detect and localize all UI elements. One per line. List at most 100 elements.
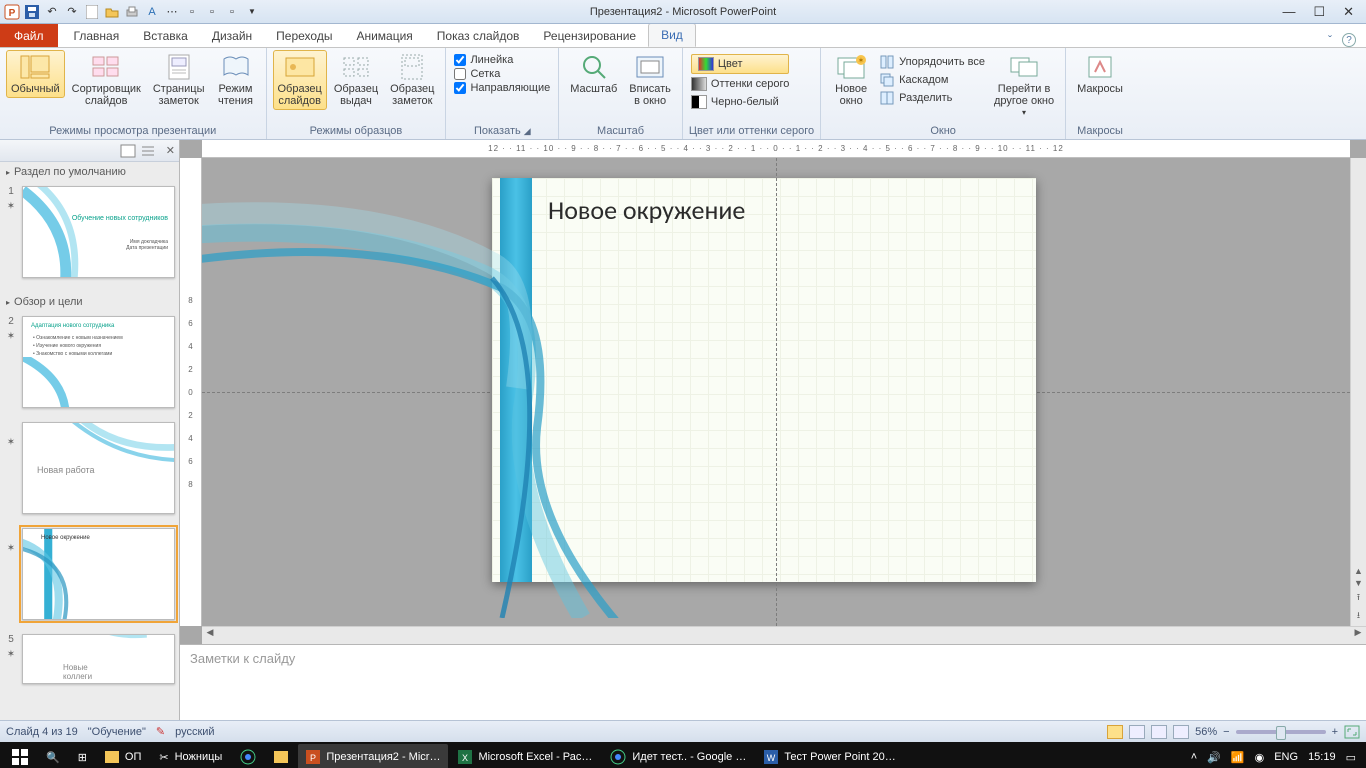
- slide-title[interactable]: Новое окружение: [548, 194, 745, 226]
- next-slide-icon[interactable]: ⭳: [1357, 608, 1360, 624]
- taskbar-item-op[interactable]: ОП: [97, 744, 149, 768]
- taskbar-taskview-icon[interactable]: ⊞: [70, 744, 95, 768]
- bw-button[interactable]: Черно-белый: [691, 94, 789, 110]
- taskbar-item-explorer[interactable]: [266, 744, 296, 768]
- zoom-button[interactable]: Масштаб: [565, 50, 622, 98]
- zoom-out-icon[interactable]: −: [1223, 726, 1229, 738]
- spellcheck-icon[interactable]: ✎: [156, 725, 165, 738]
- handout-master-button[interactable]: Образец выдач: [329, 50, 383, 110]
- taskbar-item-chrome1[interactable]: [232, 744, 264, 768]
- thumb-tab-outline-icon[interactable]: [140, 144, 156, 158]
- qat-btn3-icon[interactable]: ▫: [224, 4, 240, 20]
- close-icon[interactable]: ✕: [1343, 4, 1354, 20]
- taskbar-item-powerpoint[interactable]: PПрезентация2 - Micr…: [298, 744, 448, 768]
- status-zoom-value[interactable]: 56%: [1195, 726, 1217, 738]
- tab-insert[interactable]: Вставка: [131, 25, 200, 47]
- view-sorter-button[interactable]: Сортировщик слайдов: [67, 50, 146, 110]
- horizontal-ruler[interactable]: 12 · · 11 · · 10 · · 9 · · 8 · · 7 · · 6…: [202, 140, 1350, 158]
- scroll-right-icon[interactable]: ▶: [1350, 627, 1366, 644]
- undo-icon[interactable]: ↶: [44, 4, 60, 20]
- tab-slideshow[interactable]: Показ слайдов: [425, 25, 532, 47]
- view-reading-button[interactable]: Режим чтения: [212, 50, 260, 110]
- status-language[interactable]: русский: [175, 726, 214, 738]
- fit-to-window-icon[interactable]: [1344, 725, 1360, 739]
- section-header-2[interactable]: Обзор и цели: [4, 292, 175, 312]
- taskbar-item-word[interactable]: WТест Power Point 20…: [756, 744, 903, 768]
- scroll-down-icon[interactable]: ▼: [1354, 578, 1363, 588]
- quick-print-icon[interactable]: A: [144, 4, 160, 20]
- tab-file[interactable]: Файл: [0, 24, 58, 47]
- horizontal-scrollbar[interactable]: ◀ ▶: [202, 626, 1366, 644]
- arrange-all-button[interactable]: Упорядочить все: [879, 54, 985, 70]
- thumbnail-5[interactable]: 5✶ Новые коллеги: [4, 634, 175, 684]
- tray-clock[interactable]: 15:19: [1308, 751, 1336, 763]
- status-view-sorter-icon[interactable]: [1129, 725, 1145, 739]
- thumb-tab-slides-icon[interactable]: [120, 144, 136, 158]
- macros-button[interactable]: Макросы: [1072, 50, 1128, 98]
- cascade-button[interactable]: Каскадом: [879, 72, 985, 88]
- minimize-icon[interactable]: —: [1282, 4, 1295, 20]
- tray-lang[interactable]: ENG: [1274, 751, 1298, 763]
- split-button[interactable]: Разделить: [879, 90, 985, 106]
- tab-design[interactable]: Дизайн: [200, 25, 264, 47]
- vertical-ruler[interactable]: 864202468: [180, 158, 202, 626]
- notes-pane[interactable]: Заметки к слайду: [180, 644, 1366, 720]
- status-view-reading-icon[interactable]: [1151, 725, 1167, 739]
- scroll-up-icon[interactable]: ▲: [1354, 566, 1363, 576]
- zoom-slider[interactable]: [1236, 730, 1326, 734]
- view-normal-button[interactable]: Обычный: [6, 50, 65, 98]
- grid-checkbox[interactable]: Сетка: [454, 68, 550, 80]
- slide-master-button[interactable]: Образец слайдов: [273, 50, 327, 110]
- notes-master-button[interactable]: Образец заметок: [385, 50, 439, 110]
- switch-window-button[interactable]: Перейти в другое окно▾: [989, 50, 1059, 121]
- thumb-close-icon[interactable]: ✕: [166, 144, 175, 157]
- qat-btn-icon[interactable]: ▫: [184, 4, 200, 20]
- thumbnail-4[interactable]: 4✶ Новое окружение: [4, 528, 175, 620]
- qat-dropdown-icon[interactable]: ▼: [244, 4, 260, 20]
- print-preview-icon[interactable]: [124, 4, 140, 20]
- taskbar-item-snip[interactable]: ✂Ножницы: [151, 744, 230, 768]
- status-view-slideshow-icon[interactable]: [1173, 725, 1189, 739]
- color-button[interactable]: Цвет: [691, 54, 789, 74]
- save-icon[interactable]: [24, 4, 40, 20]
- tray-chevron-icon[interactable]: ˄: [1191, 751, 1197, 763]
- tab-review[interactable]: Рецензирование: [531, 25, 648, 47]
- open-icon[interactable]: [104, 4, 120, 20]
- ribbon-minimize-icon[interactable]: ˇ: [1328, 33, 1332, 47]
- start-button[interactable]: [4, 744, 36, 768]
- slide-canvas[interactable]: Новое окружение: [202, 158, 1350, 626]
- thumbnail-2[interactable]: 2✶ Адаптация нового сотрудника• Ознакомл…: [4, 316, 175, 408]
- taskbar-item-excel[interactable]: XMicrosoft Excel - Рас…: [450, 744, 600, 768]
- scroll-left-icon[interactable]: ◀: [202, 627, 218, 644]
- tray-network-icon[interactable]: 📶: [1231, 751, 1245, 764]
- status-view-normal-icon[interactable]: [1107, 725, 1123, 739]
- view-notes-button[interactable]: Страницы заметок: [148, 50, 210, 110]
- grayscale-button[interactable]: Оттенки серого: [691, 76, 789, 92]
- tab-view[interactable]: Вид: [648, 23, 696, 47]
- tray-volume-icon[interactable]: 🔊: [1207, 751, 1221, 764]
- section-header-1[interactable]: Раздел по умолчанию: [4, 162, 175, 182]
- tray-wifi-icon[interactable]: ◉: [1255, 751, 1265, 764]
- vertical-scrollbar[interactable]: ▲ ▼ ⭱ ⭳: [1350, 158, 1366, 626]
- new-icon[interactable]: [84, 4, 100, 20]
- thumbnail-3[interactable]: 3✶ Новая работа: [4, 422, 175, 514]
- ruler-checkbox[interactable]: Линейка: [454, 54, 550, 66]
- guides-checkbox[interactable]: Направляющие: [454, 82, 550, 94]
- thumbnail-1[interactable]: 1✶ Обучение новых сотрудниковИмя докладч…: [4, 186, 175, 278]
- new-window-button[interactable]: ✶ Новое окно: [827, 50, 875, 110]
- taskbar-search-icon[interactable]: 🔍: [38, 744, 68, 768]
- tab-animations[interactable]: Анимация: [344, 25, 424, 47]
- slide[interactable]: Новое окружение: [492, 178, 1036, 582]
- qat-more-icon[interactable]: ⋯: [164, 4, 180, 20]
- qat-btn2-icon[interactable]: ▫: [204, 4, 220, 20]
- tab-transitions[interactable]: Переходы: [264, 25, 344, 47]
- tab-home[interactable]: Главная: [62, 25, 132, 47]
- prev-slide-icon[interactable]: ⭱: [1357, 590, 1360, 606]
- tray-notifications-icon[interactable]: ▭: [1346, 751, 1356, 764]
- redo-icon[interactable]: ↷: [64, 4, 80, 20]
- zoom-in-icon[interactable]: +: [1332, 726, 1338, 738]
- help-icon[interactable]: ?: [1342, 33, 1356, 47]
- taskbar-item-chrome2[interactable]: Идет тест.. - Google …: [602, 744, 754, 768]
- fit-window-button[interactable]: Вписать в окно: [624, 50, 676, 110]
- maximize-icon[interactable]: ☐: [1313, 4, 1325, 20]
